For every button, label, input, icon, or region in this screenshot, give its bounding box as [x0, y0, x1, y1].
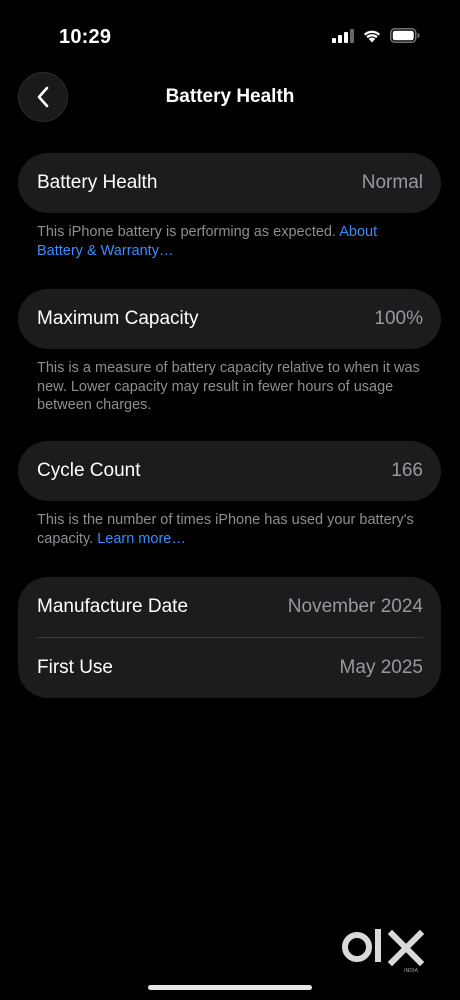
maximum-capacity-value: 100% [374, 308, 423, 329]
wifi-icon [363, 30, 381, 43]
dates-card: Manufacture Date November 2024 First Use… [18, 577, 441, 698]
cycle-count-row: Cycle Count 166 [18, 441, 441, 501]
first-use-label: First Use [37, 657, 113, 678]
svg-text:INDIA: INDIA [404, 968, 419, 974]
maximum-capacity-label: Maximum Capacity [37, 308, 199, 329]
battery-health-label: Battery Health [37, 172, 158, 193]
battery-health-value: Normal [361, 172, 423, 193]
cellular-signal-icon [332, 28, 354, 43]
battery-health-row: Battery Health Normal [18, 153, 441, 213]
navigation-bar: Battery Health [0, 70, 460, 124]
page-title: Battery Health [165, 86, 295, 107]
first-use-row: First Use May 2025 [18, 638, 441, 698]
status-time: 10:29 [59, 26, 112, 48]
cycle-count-footnote: This is the number of times iPhone has u… [37, 511, 427, 548]
battery-health-footnote: This iPhone battery is performing as exp… [37, 223, 427, 260]
home-indicator[interactable] [148, 985, 312, 990]
cycle-count-footnote-text: This is the number of times iPhone has u… [37, 512, 414, 547]
learn-more-link[interactable]: Learn more… [97, 531, 186, 547]
cycle-count-value: 166 [391, 460, 423, 481]
maximum-capacity-row: Maximum Capacity 100% [18, 289, 441, 349]
maximum-capacity-footnote: This is a measure of battery capacity re… [37, 359, 427, 415]
battery-icon [390, 28, 420, 43]
manufacture-date-value: November 2024 [287, 596, 423, 617]
battery-health-card: Battery Health Normal [18, 153, 441, 213]
manufacture-date-label: Manufacture Date [37, 596, 189, 617]
first-use-value: May 2025 [339, 657, 423, 678]
status-bar: 10:29 [0, 0, 460, 60]
cycle-count-label: Cycle Count [37, 460, 141, 481]
maximum-capacity-footnote-text: This is a measure of battery capacity re… [37, 360, 420, 413]
battery-health-footnote-text: This iPhone battery is performing as exp… [37, 224, 340, 240]
maximum-capacity-card: Maximum Capacity 100% [18, 289, 441, 349]
status-icons [332, 28, 420, 43]
manufacture-date-row: Manufacture Date November 2024 [18, 577, 441, 637]
cycle-count-card: Cycle Count 166 [18, 441, 441, 501]
olx-watermark-logo: INDIA [342, 929, 425, 974]
